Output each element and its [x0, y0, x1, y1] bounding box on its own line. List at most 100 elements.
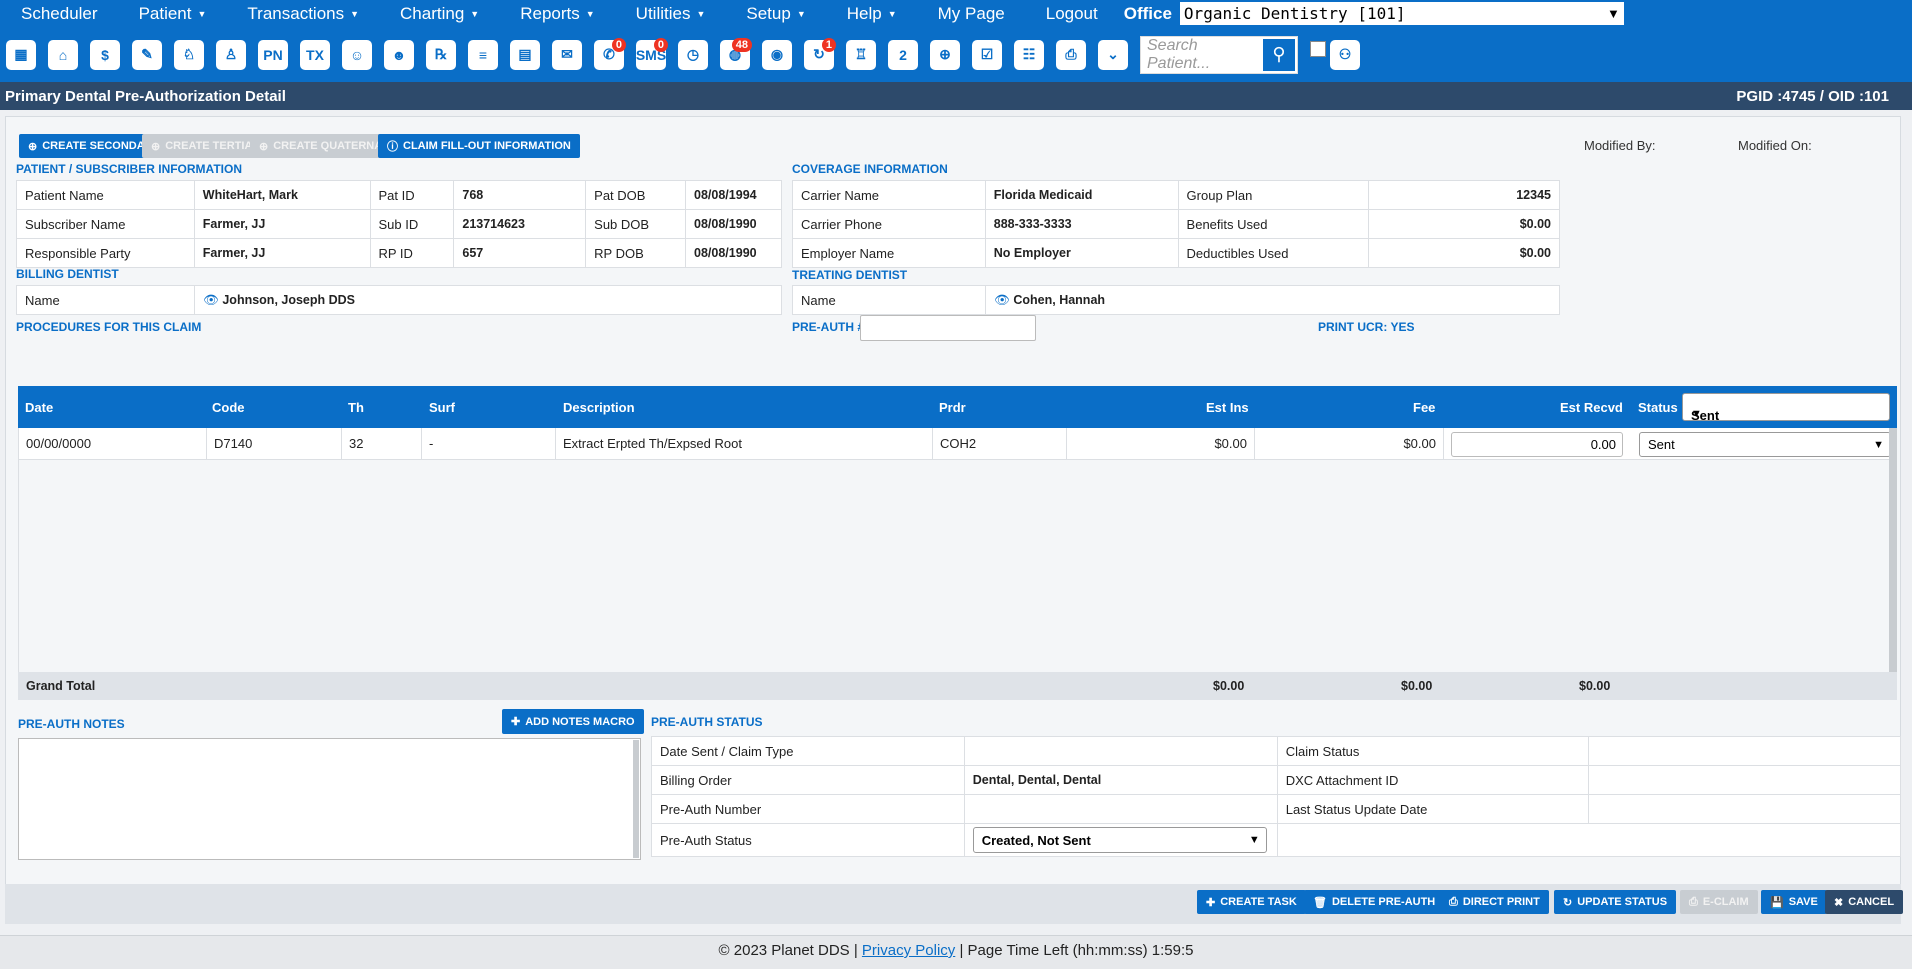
treating-dentist-value[interactable]: 👁 Cohen, Hannah: [985, 285, 1560, 315]
eye-icon[interactable]: 👁: [994, 293, 1010, 307]
field-label: Responsible Party: [16, 238, 195, 268]
est-recvd-input[interactable]: 0.00: [1451, 432, 1623, 457]
mail-icon[interactable]: ✉: [548, 35, 586, 75]
dollar-icon[interactable]: $: [86, 35, 124, 75]
row-status-select[interactable]: Sent ▼: [1639, 432, 1891, 457]
info-row: Subscriber Name Farmer, JJ Sub ID 213714623…: [16, 209, 782, 239]
row-th: 32: [342, 428, 422, 460]
globe-user-icon[interactable]: ◍ 48: [716, 35, 754, 75]
procedures-table-header: Date Code Th Surf Description Prdr Est I…: [18, 386, 1897, 428]
treating-dentist-table: Name 👁 Cohen, Hannah: [792, 285, 1560, 315]
nav-my-page[interactable]: My Page: [917, 4, 1005, 24]
nav-setup[interactable]: Setup ▼: [725, 4, 805, 24]
procedures-scrollbar[interactable]: [1889, 428, 1897, 672]
update-status-button[interactable]: ↻ UPDATE STATUS: [1554, 890, 1677, 914]
rx-icon[interactable]: ℞: [422, 35, 460, 75]
add-notes-macro-button[interactable]: ✚ ADD NOTES MACRO: [502, 709, 644, 734]
delete-preauth-button[interactable]: 🗑 DELETE PRE-AUTH: [1304, 890, 1445, 914]
field-value: Farmer, JJ: [193, 209, 371, 239]
privacy-policy-link[interactable]: Privacy Policy: [862, 942, 955, 959]
tx-icon[interactable]: TX: [296, 35, 334, 75]
refresh-user-icon[interactable]: ↻ 1: [800, 35, 838, 75]
office-select[interactable]: Organic Dentistry [101] ▼: [1179, 2, 1624, 25]
tooth-two-icon[interactable]: 2: [884, 35, 922, 75]
table-row[interactable]: 00/00/0000 D7140 32 - Extract Erpted Th/…: [19, 428, 1895, 460]
field-label: Pat DOB: [585, 180, 687, 210]
field-value: [1588, 794, 1901, 824]
chat-icon[interactable]: ✆ 0: [590, 35, 628, 75]
notes-textarea[interactable]: [18, 738, 641, 860]
grand-fee: $0.00: [1401, 679, 1433, 693]
expand-icon[interactable]: ⌄: [1094, 35, 1132, 75]
print-icon[interactable]: ⎙: [1052, 35, 1090, 75]
info-row: Carrier Name Florida Medicaid Group Plan 12…: [792, 180, 1560, 210]
support-icon[interactable]: ◉: [758, 35, 796, 75]
nav-help[interactable]: Help ▼: [826, 4, 897, 24]
eclaim-button[interactable]: ⎙ E-CLAIM: [1680, 890, 1758, 914]
field-label: Employer Name: [792, 238, 986, 268]
col-est-recvd: Est Recvd: [1560, 400, 1623, 415]
message-icon[interactable]: ≡: [464, 35, 502, 75]
billing-dentist-value[interactable]: 👁 Johnson, Joseph DDS: [194, 285, 782, 315]
nav-utilities[interactable]: Utilities ▼: [615, 4, 706, 24]
add-user-icon[interactable]: ☻: [380, 35, 418, 75]
nav-scheduler[interactable]: Scheduler: [0, 4, 98, 24]
field-value: 213714623: [453, 209, 587, 239]
checklist-icon[interactable]: ☑: [968, 35, 1006, 75]
modified-on-label: Modified On:: [1738, 138, 1812, 153]
nav-charting[interactable]: Charting ▼: [379, 4, 479, 24]
field-value: 888-333-3333: [984, 209, 1179, 239]
billing-dentist-table: Name 👁 Johnson, Joseph DDS: [16, 285, 782, 315]
calendar-icon[interactable]: ▦: [2, 35, 40, 75]
office-label: Office: [1123, 3, 1172, 23]
preauth-number-input[interactable]: [860, 315, 1036, 341]
claim-fillout-button[interactable]: ⓘ CLAIM FILL-OUT INFORMATION: [378, 134, 580, 158]
header-status-select[interactable]: Sent ▼: [1682, 393, 1890, 423]
pn-icon[interactable]: PN: [254, 35, 292, 75]
col-date: Date: [25, 400, 54, 415]
create-task-button[interactable]: ✚ CREATE TASK: [1197, 890, 1306, 914]
home-icon[interactable]: ⌂: [44, 35, 82, 75]
row-prdr: COH2: [933, 428, 1067, 460]
group-search-icon[interactable]: ⚇: [1326, 35, 1364, 75]
preauth-status-select[interactable]: Created, Not Sent ▼: [972, 827, 1267, 853]
eye-icon[interactable]: 👁: [203, 293, 219, 307]
save-button[interactable]: 💾 SAVE: [1761, 890, 1827, 914]
info-row: Employer Name No Employer Deductibles Used…: [792, 238, 1560, 268]
nav-patient[interactable]: Patient ▼: [118, 4, 207, 24]
nav-logout[interactable]: Logout: [1025, 4, 1098, 24]
tooth-square-icon[interactable]: ♖: [842, 35, 880, 75]
field-label: Patient Name: [16, 180, 195, 210]
row-fee: $0.00: [1255, 428, 1444, 460]
clock-icon[interactable]: ◷: [674, 35, 712, 75]
caret-down-icon: ▼: [470, 9, 480, 20]
family-icon[interactable]: ☷: [1010, 35, 1048, 75]
direct-print-button[interactable]: ⎙ DIRECT PRINT: [1440, 890, 1549, 914]
plus-circle-icon: ⊕: [151, 140, 161, 153]
nav-transactions[interactable]: Transactions ▼: [226, 4, 359, 24]
globe-icon[interactable]: ⊕: [926, 35, 964, 75]
document-icon[interactable]: ▤: [506, 35, 544, 75]
field-value: 08/08/1990: [685, 238, 782, 268]
field-value: [963, 736, 1278, 766]
search-checkbox[interactable]: [1310, 40, 1326, 57]
trash-icon: 🗑: [1313, 896, 1327, 909]
edit-icon[interactable]: ✎: [128, 35, 166, 75]
patient-search-input[interactable]: Search Patient... ⚲: [1140, 35, 1298, 74]
field-value: [1588, 765, 1901, 795]
add-patient-icon[interactable]: ☺: [338, 35, 376, 75]
row-description: Extract Erpted Th/Expsed Root: [556, 428, 933, 460]
page-title-bar: Primary Dental Pre-Authorization Detail …: [0, 82, 1912, 110]
chevron-down-icon: ▼: [1873, 438, 1884, 451]
tooth-chart-icon[interactable]: ♘: [170, 35, 208, 75]
tooth-icon[interactable]: ♙: [212, 35, 250, 75]
search-patient-icon[interactable]: ⚲: [1261, 36, 1297, 73]
field-label: Benefits Used: [1177, 209, 1370, 239]
field-label: Pre-Auth Status: [651, 823, 965, 857]
field-label: Subscriber Name: [16, 209, 195, 239]
notes-scrollbar[interactable]: [633, 740, 639, 858]
nav-reports[interactable]: Reports ▼: [499, 4, 594, 24]
cancel-button[interactable]: ✖ CANCEL: [1825, 890, 1904, 914]
col-fee: Fee: [1413, 400, 1436, 415]
sms-icon[interactable]: SMS 0: [632, 35, 670, 75]
